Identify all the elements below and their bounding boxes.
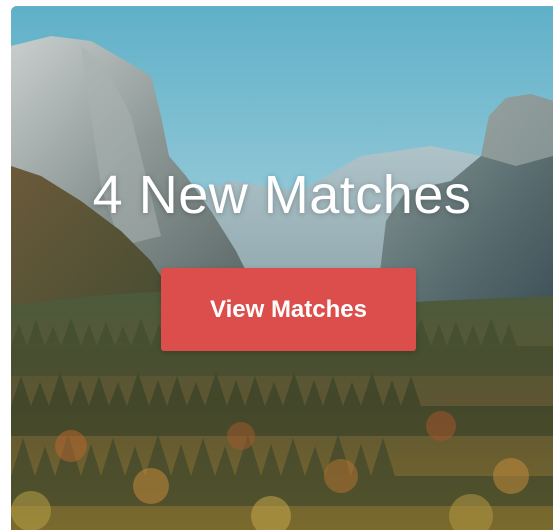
match-promo-card: 4 New Matches View Matches	[11, 6, 553, 530]
view-matches-button[interactable]: View Matches	[161, 268, 416, 351]
new-matches-headline: 4 New Matches	[92, 165, 472, 225]
